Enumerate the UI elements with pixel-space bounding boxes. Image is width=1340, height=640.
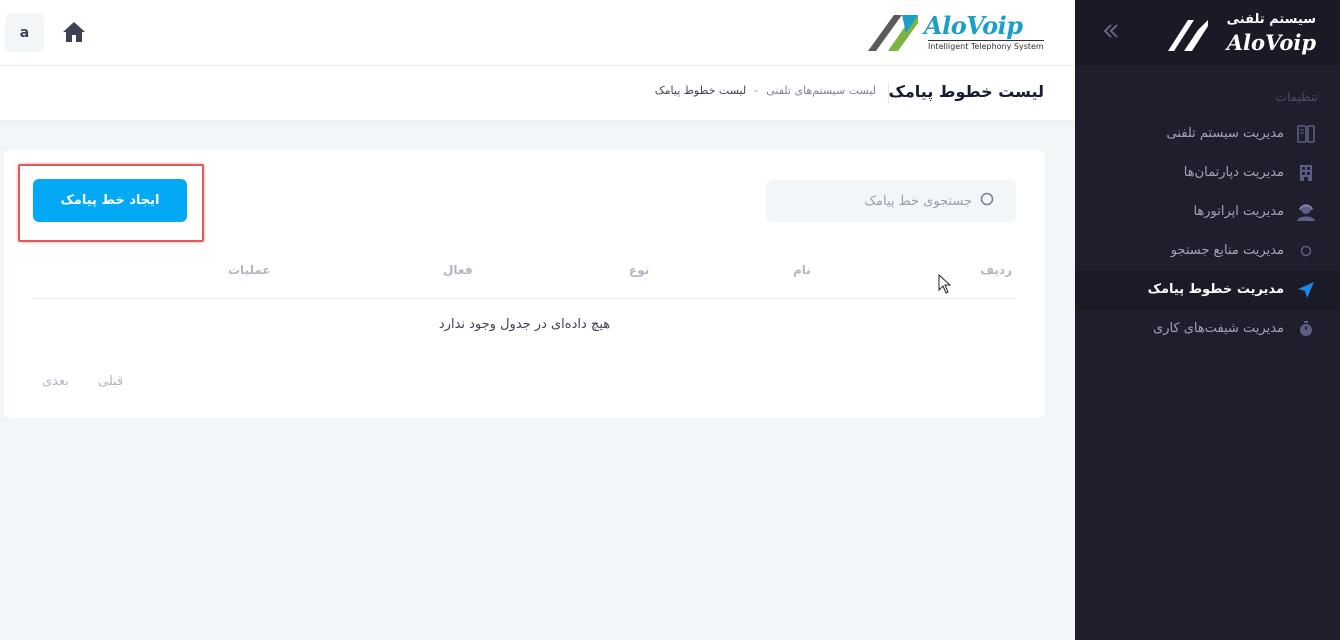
sidebar-item-work-shifts[interactable]: مدیریت شیفت‌های کاری xyxy=(1075,309,1340,348)
breadcrumb-separator: - xyxy=(754,84,759,97)
sidebar-logo-title: سیستم تلفنی xyxy=(1226,12,1316,27)
sidebar-item-departments[interactable]: مدیریت دپارتمان‌ها xyxy=(1075,153,1340,192)
column-header-active[interactable]: فعال xyxy=(443,263,473,277)
circle-icon xyxy=(1296,241,1316,261)
sidebar-item-label: مدیریت دپارتمان‌ها xyxy=(1183,165,1284,180)
breadcrumb-item-phone-systems[interactable]: لیست سیستم‌های تلفنی xyxy=(766,84,876,97)
sidebar-item-label: مدیریت شیفت‌های کاری xyxy=(1153,321,1284,336)
pagination-prev[interactable]: قبلی xyxy=(98,374,123,389)
alovoip-logo-mark-icon xyxy=(868,15,918,51)
breadcrumb-item-sms-lines[interactable]: لیست خطوط پیامک xyxy=(655,84,746,97)
sidebar-logo[interactable]: سیستم تلفنی AloVoip xyxy=(1166,12,1316,55)
column-header-name[interactable]: نام xyxy=(793,263,811,277)
home-icon[interactable] xyxy=(62,21,86,47)
search-icon xyxy=(980,192,994,210)
sms-lines-card: ایجاد خط پیامک جستجوی خط پیامک ردیف نام … xyxy=(4,150,1045,418)
pagination-next[interactable]: بعدی xyxy=(42,374,69,389)
sidebar-item-label: مدیریت خطوط پیامک xyxy=(1147,282,1284,297)
sidebar-item-label: مدیریت منابع جستجو xyxy=(1170,243,1284,258)
subheader: لیست خطوط پیامک لیست سیستم‌های تلفنی-لیس… xyxy=(0,66,1075,120)
stopwatch-icon xyxy=(1296,319,1316,339)
column-header-actions: عملیات xyxy=(228,263,271,277)
send-icon xyxy=(1296,280,1316,300)
create-sms-line-button[interactable]: ایجاد خط پیامک xyxy=(33,179,187,222)
mouse-cursor-icon xyxy=(938,274,952,294)
search-placeholder: جستجوی خط پیامک xyxy=(864,193,972,209)
column-header-type[interactable]: نوع xyxy=(629,263,649,277)
empty-table-message: هیچ داده‌ای در جدول وجود ندارد xyxy=(438,317,611,332)
title-separator xyxy=(888,82,889,104)
table-header-divider xyxy=(33,298,1016,299)
building-icon xyxy=(1296,163,1316,183)
page-title: لیست خطوط پیامک xyxy=(888,82,1045,101)
sidebar: سیستم تلفنی AloVoip تنظیمات مدیریت سیستم… xyxy=(1075,0,1340,640)
sidebar-section-label: تنظیمات xyxy=(1275,90,1318,104)
sidebar-item-operators[interactable]: مدیریت اپراتورها xyxy=(1075,192,1340,231)
user-initial: a xyxy=(19,24,30,41)
operator-icon xyxy=(1296,202,1316,222)
sidebar-item-phone-system[interactable]: مدیریت سیستم تلفنی xyxy=(1075,114,1340,153)
column-header-row[interactable]: ردیف xyxy=(980,263,1012,277)
sidebar-logo-brand: AloVoip xyxy=(1226,30,1316,55)
sidebar-menu: مدیریت سیستم تلفنی مدیریت دپارتمان‌ها مد… xyxy=(1075,114,1340,348)
sidebar-header: سیستم تلفنی AloVoip xyxy=(1075,0,1340,66)
phone-system-icon xyxy=(1296,124,1316,144)
sidebar-item-search-sources[interactable]: مدیریت منابع جستجو xyxy=(1075,231,1340,270)
search-input[interactable]: جستجوی خط پیامک xyxy=(766,180,1016,222)
collapse-chevrons-icon[interactable] xyxy=(1103,22,1119,43)
sidebar-logo-mark-icon xyxy=(1168,20,1208,51)
header-logo[interactable]: AloVoip Intelligent Telephony System xyxy=(866,11,1046,53)
breadcrumb: لیست سیستم‌های تلفنی-لیست خطوط پیامک xyxy=(655,84,876,97)
top-header: a AloVoip Intelligent Telephony System xyxy=(0,0,1075,66)
header-logo-brand: AloVoip xyxy=(924,11,1023,40)
header-logo-tagline: Intelligent Telephony System xyxy=(928,40,1044,51)
sidebar-item-label: مدیریت سیستم تلفنی xyxy=(1166,126,1284,141)
sidebar-item-label: مدیریت اپراتورها xyxy=(1193,204,1284,219)
sidebar-item-sms-lines[interactable]: مدیریت خطوط پیامک xyxy=(1075,270,1340,309)
user-avatar-button[interactable]: a xyxy=(5,13,44,52)
